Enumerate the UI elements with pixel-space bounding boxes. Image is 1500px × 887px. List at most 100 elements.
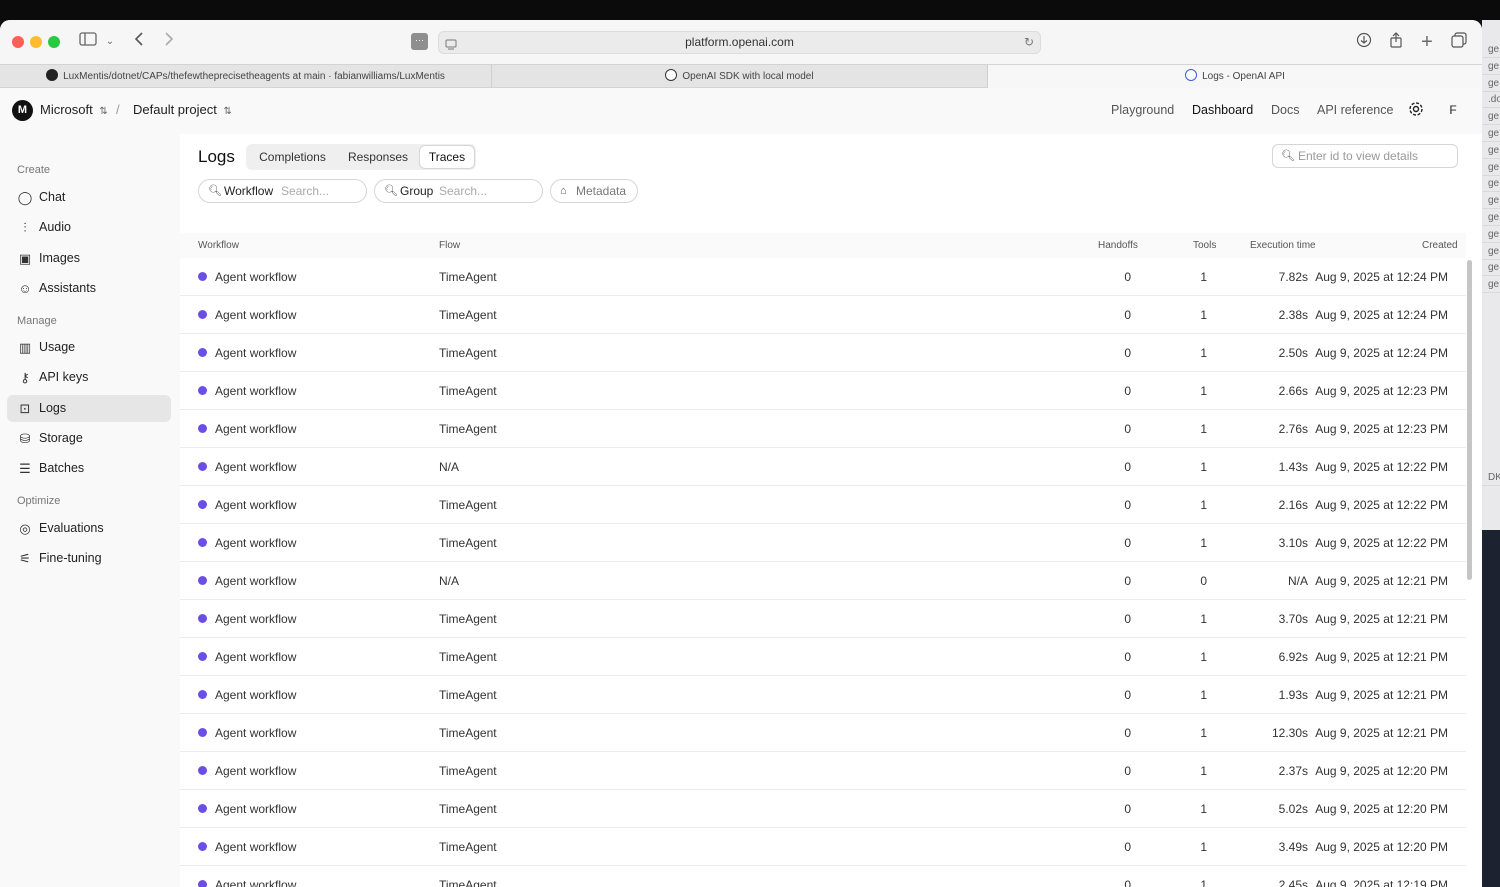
cell-handoffs: 0	[1124, 726, 1131, 740]
reload-icon[interactable]: ↻	[1024, 32, 1034, 53]
table-row[interactable]: Agent workflow TimeAgent 0 1 6.92s Aug 9, 202…	[180, 638, 1466, 676]
sidebar-item-audio[interactable]: ⫶ Audio	[7, 214, 171, 241]
cell-tools: 1	[1200, 384, 1207, 398]
background-snippet: DK	[1482, 470, 1500, 486]
tab-overview-icon[interactable]	[1449, 32, 1469, 52]
cell-created: Aug 9, 2025 at 12:21 PM	[1315, 612, 1448, 626]
scrollbar[interactable]	[1467, 260, 1472, 580]
cell-tools: 1	[1200, 650, 1207, 664]
gear-icon[interactable]	[1407, 101, 1425, 119]
sidebar-item-fine-tuning[interactable]: ⚟ Fine-tuning	[7, 545, 171, 572]
cell-flow: TimeAgent	[439, 650, 497, 664]
group-filter[interactable]: 🔍︎ Group Search...	[374, 179, 543, 203]
tab-responses[interactable]: Responses	[338, 146, 418, 168]
zoom-window-button[interactable]	[48, 36, 60, 48]
table-row[interactable]: Agent workflow N/A 0 1 1.43s Aug 9, 2025 at 1…	[180, 448, 1466, 486]
table-row[interactable]: Agent workflow TimeAgent 0 1 3.49s Aug 9, 202…	[180, 828, 1466, 866]
openai-icon	[1185, 69, 1198, 82]
tab-openai-sdk[interactable]: OpenAI SDK with local model	[492, 65, 988, 88]
cell-execution-time: 2.50s	[1278, 346, 1308, 360]
reader-icon[interactable]: ···	[411, 33, 428, 50]
table-row[interactable]: Agent workflow TimeAgent 0 1 2.38s Aug 9, 202…	[180, 296, 1466, 334]
sidebar-item-assistants[interactable]: ☺ Assistants	[7, 275, 171, 302]
table-row[interactable]: Agent workflow TimeAgent 0 1 2.37s Aug 9, 202…	[180, 752, 1466, 790]
column-execution-time[interactable]: Execution time	[1250, 240, 1316, 251]
org-avatar[interactable]: M	[12, 100, 33, 121]
chat-icon: ◯	[17, 190, 33, 205]
cell-handoffs: 0	[1124, 498, 1131, 512]
page-settings-icon[interactable]	[445, 36, 457, 57]
sidebar-item-usage[interactable]: ▥ Usage	[7, 334, 171, 361]
column-handoffs[interactable]: Handoffs	[1098, 240, 1138, 251]
cell-flow: TimeAgent	[439, 536, 497, 550]
table-row[interactable]: Agent workflow TimeAgent 0 1 7.82s Aug 9, 202…	[180, 258, 1466, 296]
downloads-icon[interactable]	[1354, 32, 1374, 52]
chevron-down-icon[interactable]: ⌄	[104, 32, 116, 52]
sidebar-item-storage[interactable]: ⛁ Storage	[7, 425, 171, 452]
group-filter-placeholder: Search...	[439, 184, 488, 198]
id-search-placeholder: Enter id to view details	[1298, 149, 1419, 163]
sidebar-item-batches[interactable]: ☰ Batches	[7, 455, 171, 482]
cell-created: Aug 9, 2025 at 12:21 PM	[1315, 650, 1448, 664]
browser-toolbar: ⌄ ··· platform.openai.com ↻ +	[0, 20, 1482, 64]
status-dot	[198, 766, 207, 775]
table-row[interactable]: Agent workflow TimeAgent 0 1 12.30s Aug 9, 20…	[180, 714, 1466, 752]
metadata-filter-label: Metadata	[576, 184, 627, 198]
cell-handoffs: 0	[1124, 308, 1131, 322]
table-row[interactable]: Agent workflow TimeAgent 0 1 2.76s Aug 9, 202…	[180, 410, 1466, 448]
tab-traces[interactable]: Traces	[420, 146, 474, 168]
table-row[interactable]: Agent workflow TimeAgent 0 1 2.16s Aug 9, 202…	[180, 486, 1466, 524]
tab-github[interactable]: LuxMentis/dotnet/CAPs/thefewthepreciseth…	[0, 65, 492, 88]
sidebar-toggle-icon[interactable]	[78, 32, 98, 52]
nav-api-reference[interactable]: API reference	[1317, 103, 1393, 117]
column-workflow[interactable]: Workflow	[198, 240, 239, 251]
table-row[interactable]: Agent workflow TimeAgent 0 1 2.45s Aug 9, 202…	[180, 866, 1466, 887]
column-flow[interactable]: Flow	[439, 240, 460, 251]
cell-created: Aug 9, 2025 at 12:24 PM	[1315, 346, 1448, 360]
tab-completions[interactable]: Completions	[250, 146, 335, 168]
background-snippet: ge	[1482, 193, 1500, 210]
nav-docs[interactable]: Docs	[1271, 103, 1299, 117]
cell-created: Aug 9, 2025 at 12:22 PM	[1315, 460, 1448, 474]
table-row[interactable]: Agent workflow TimeAgent 0 1 2.50s Aug 9, 202…	[180, 334, 1466, 372]
address-bar[interactable]: platform.openai.com ↻	[438, 31, 1041, 54]
project-switcher[interactable]: Default project ⇅	[133, 102, 232, 117]
cell-workflow: Agent workflow	[215, 878, 297, 887]
column-tools[interactable]: Tools	[1193, 240, 1216, 251]
forward-button[interactable]	[160, 32, 178, 52]
table-row[interactable]: Agent workflow TimeAgent 0 1 3.70s Aug 9, 202…	[180, 600, 1466, 638]
workflow-filter[interactable]: 🔍︎ Workflow Search...	[198, 179, 367, 203]
minimize-window-button[interactable]	[30, 36, 42, 48]
column-created[interactable]: Created	[1422, 240, 1458, 251]
table-row[interactable]: Agent workflow TimeAgent 0 1 3.10s Aug 9, 202…	[180, 524, 1466, 562]
sidebar-item-logs[interactable]: ⊡ Logs	[7, 395, 171, 422]
tab-logs[interactable]: Logs - OpenAI API	[988, 65, 1482, 88]
nav-dashboard[interactable]: Dashboard	[1192, 103, 1253, 117]
back-button[interactable]	[130, 32, 148, 52]
sidebar-item-evaluations[interactable]: ◎ Evaluations	[7, 515, 171, 542]
sidebar-item-images[interactable]: ▣ Images	[7, 245, 171, 272]
table-row[interactable]: Agent workflow TimeAgent 0 1 1.93s Aug 9, 202…	[180, 676, 1466, 714]
sidebar-item-api-keys[interactable]: ⚷ API keys	[7, 364, 171, 391]
table-row[interactable]: Agent workflow N/A 0 0 N/A Aug 9, 2025 at 12:…	[180, 562, 1466, 600]
status-dot	[198, 272, 207, 281]
user-avatar[interactable]: F	[1443, 100, 1463, 120]
close-window-button[interactable]	[12, 36, 24, 48]
cell-flow: TimeAgent	[439, 840, 497, 854]
sidebar-item-chat[interactable]: ◯ Chat	[7, 184, 171, 211]
table-row[interactable]: Agent workflow TimeAgent 0 1 2.66s Aug 9, 202…	[180, 372, 1466, 410]
metadata-filter[interactable]: ⌂ Metadata	[550, 179, 638, 203]
nav-playground[interactable]: Playground	[1111, 103, 1174, 117]
group-filter-label: Group	[400, 184, 434, 198]
new-tab-icon[interactable]: +	[1417, 32, 1437, 52]
table-row[interactable]: Agent workflow TimeAgent 0 1 5.02s Aug 9, 202…	[180, 790, 1466, 828]
cell-created: Aug 9, 2025 at 12:20 PM	[1315, 802, 1448, 816]
cell-execution-time: N/A	[1287, 574, 1308, 588]
org-switcher[interactable]: Microsoft ⇅	[40, 102, 108, 117]
chevron-updown-icon: ⇅	[223, 106, 232, 117]
id-search-input[interactable]: 🔍︎ Enter id to view details	[1272, 144, 1458, 168]
cell-execution-time: 3.49s	[1278, 840, 1308, 854]
cell-execution-time: 5.02s	[1278, 802, 1308, 816]
share-icon[interactable]	[1386, 32, 1406, 52]
status-dot	[198, 386, 207, 395]
